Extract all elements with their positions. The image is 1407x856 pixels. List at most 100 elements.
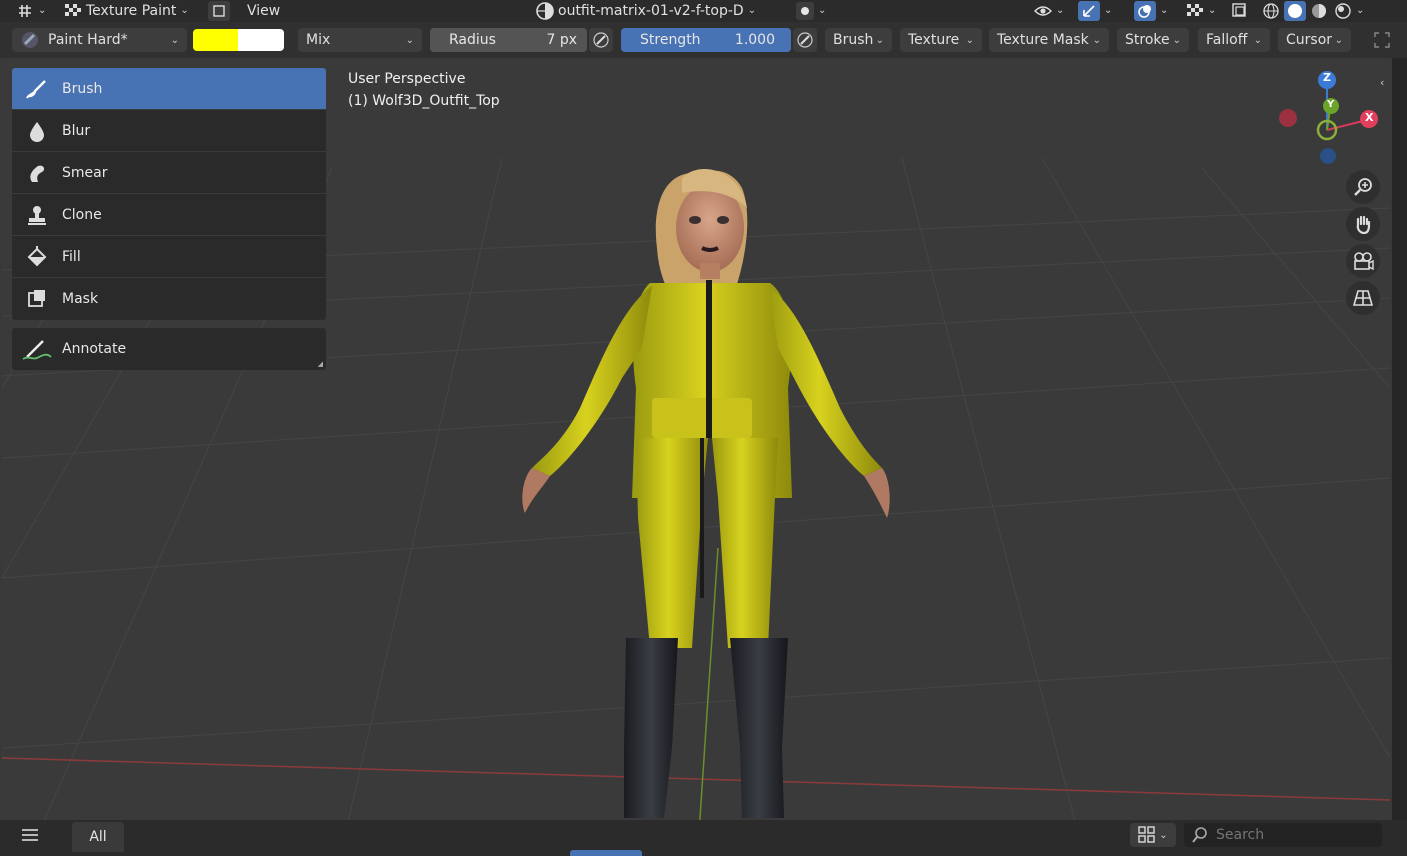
gizmo-toggle[interactable]: ⌄ [1078, 0, 1112, 22]
texture-slot-selector[interactable]: outfit-matrix-01-v2-f-top-D ⌄ [536, 0, 756, 22]
xray-selector[interactable]: ⌄ [1186, 0, 1216, 22]
tab-all[interactable]: All [72, 822, 124, 852]
solid-shading-icon[interactable] [1284, 1, 1306, 21]
annotate-pencil-icon [12, 337, 62, 361]
editor-type-selector[interactable]: ⌄ [18, 0, 46, 22]
chevron-down-icon: ⌄ [405, 34, 414, 46]
stroke-menu[interactable]: Stroke ⌄ [1117, 28, 1189, 52]
shading-mode-group: ⌄ [1260, 0, 1364, 22]
asset-search-field[interactable] [1184, 823, 1382, 847]
brush-selector[interactable]: Paint Hard* ⌄ [12, 28, 187, 52]
view-menu[interactable]: View [247, 0, 280, 22]
collapse-arrow-icon[interactable]: ‹ [1380, 76, 1384, 89]
search-icon [1192, 827, 1207, 843]
blend-mode-dropdown[interactable]: Mix ⌄ [298, 28, 422, 52]
camera-view-button[interactable] [1346, 244, 1380, 278]
eye-icon [1034, 6, 1052, 16]
perspective-label: User Perspective [348, 71, 466, 87]
stroke-menu-label: Stroke [1125, 32, 1170, 48]
tool-clone[interactable]: Clone [12, 194, 326, 236]
visibility-selector[interactable]: ⌄ [1034, 0, 1064, 22]
texture-menu[interactable]: Texture ⌄ [900, 28, 982, 52]
falloff-menu[interactable]: Falloff ⌄ [1198, 28, 1270, 52]
perspective-toggle-button[interactable] [1346, 281, 1380, 315]
shelf-resize-handle[interactable] [570, 850, 642, 856]
chevron-down-icon: ⌄ [1104, 5, 1113, 16]
material-shading-icon[interactable] [1308, 1, 1330, 21]
image-texture-icon [536, 2, 554, 20]
mask-icon [12, 288, 62, 310]
chevron-down-icon: ⌄ [170, 34, 179, 46]
overlay-toggle[interactable]: ⌄ [1134, 0, 1168, 22]
strength-pressure-toggle[interactable] [793, 28, 817, 52]
navigation-gizmo[interactable]: Z X Y [1272, 68, 1382, 168]
xray-toggle[interactable] [1231, 0, 1249, 22]
tool-smear-label: Smear [62, 164, 108, 181]
blur-drop-icon [12, 120, 62, 142]
search-input[interactable] [1214, 826, 1378, 844]
brush-name: Paint Hard* [48, 32, 128, 48]
grid-view-icon [1138, 826, 1155, 843]
grid-perspective-icon [1353, 290, 1373, 306]
tool-smear[interactable]: Smear [12, 152, 326, 194]
x-axis-line [2, 757, 1390, 801]
display-options-button[interactable]: ⌄ [1130, 823, 1176, 847]
chevron-down-icon[interactable]: ⌄ [1356, 0, 1364, 22]
paint-mask-toggle[interactable] [208, 1, 230, 21]
checker-icon [1187, 4, 1203, 16]
zoom-magnifier-icon [1354, 178, 1372, 196]
wireframe-shading-icon[interactable] [1260, 1, 1282, 21]
zoom-button[interactable] [1346, 170, 1380, 204]
brush-asset-icon [22, 32, 38, 48]
secondary-color-swatch[interactable] [238, 29, 284, 51]
viewport-info: User Perspective (1) Wolf3D_Outfit_Top [348, 68, 500, 112]
radius-pressure-toggle[interactable] [589, 28, 613, 52]
corner-grip-icon: ◢ [317, 360, 323, 368]
sidebar-toggle-icon[interactable] [1374, 32, 1390, 52]
chevron-down-icon: ⌄ [1172, 34, 1181, 46]
hamburger-menu-icon[interactable] [20, 827, 40, 847]
texture-mask-menu-label: Texture Mask [997, 32, 1089, 48]
strength-field[interactable]: Strength 1.000 [621, 28, 791, 52]
brush-menu[interactable]: Brush ⌄ [825, 28, 892, 52]
checker-texture-icon [65, 4, 81, 16]
gizmo-y-label: Y [1327, 99, 1335, 110]
grid-editor-icon [19, 5, 31, 17]
mode-selector[interactable]: Texture Paint ⌄ [64, 0, 189, 22]
pivot-selector[interactable]: ⌄ [796, 0, 826, 22]
tool-fill[interactable]: Fill [12, 236, 326, 278]
radius-field[interactable]: Radius 7 px [430, 28, 587, 52]
smear-icon [12, 162, 62, 184]
radius-label: Radius [449, 32, 496, 48]
chevron-down-icon: ⌄ [1253, 34, 1262, 46]
strength-label: Strength [640, 32, 701, 48]
gizmo-x-label: X [1365, 111, 1374, 124]
tool-mask[interactable]: Mask [12, 278, 326, 320]
tab-all-label: All [89, 829, 107, 845]
3d-viewport[interactable]: Brush Blur Smear Clone Fill Mask Annotat… [2, 58, 1390, 848]
editor-header: ⌄ Texture Paint ⌄ View outfit-matrix-01-… [0, 0, 1407, 22]
tool-blur[interactable]: Blur [12, 110, 326, 152]
overlay-icon [1134, 1, 1156, 21]
tool-brush[interactable]: Brush [12, 68, 326, 110]
gizmo-z-label: Z [1323, 71, 1331, 84]
tool-clone-label: Clone [62, 206, 102, 223]
falloff-menu-label: Falloff [1206, 32, 1248, 48]
strength-value: 1.000 [734, 32, 775, 48]
chevron-down-icon: ⌄ [1208, 5, 1217, 16]
tool-annotate-label: Annotate [62, 341, 127, 357]
cursor-menu[interactable]: Cursor ⌄ [1278, 28, 1351, 52]
pan-button[interactable] [1346, 207, 1380, 241]
chevron-down-icon: ⌄ [1056, 5, 1065, 16]
texture-menu-label: Texture [908, 32, 960, 48]
tool-annotate[interactable]: Annotate ◢ [12, 328, 326, 370]
tool-brush-label: Brush [62, 80, 103, 97]
pen-pressure-icon [593, 32, 609, 48]
primary-color-swatch[interactable] [193, 29, 238, 51]
camera-icon [1354, 252, 1374, 271]
brush-icon [12, 78, 62, 100]
rendered-shading-icon[interactable] [1332, 1, 1354, 21]
dot-icon [796, 2, 814, 20]
texture-mask-menu[interactable]: Texture Mask ⌄ [989, 28, 1109, 52]
tool-shelf: Brush Blur Smear Clone Fill Mask Annotat… [12, 68, 326, 370]
